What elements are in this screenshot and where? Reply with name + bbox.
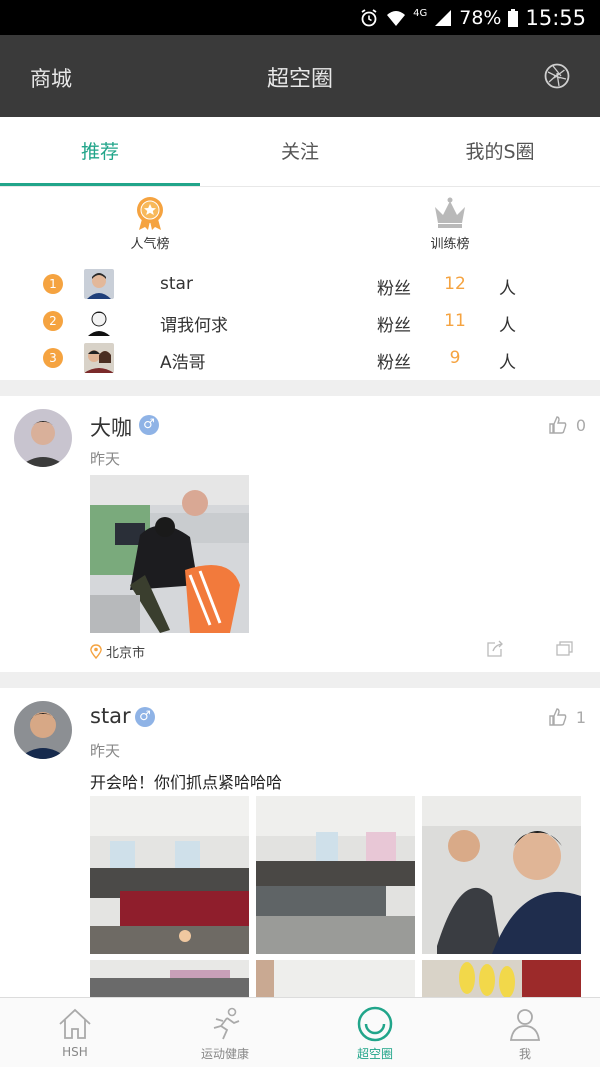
fans-label: 粉丝 — [377, 316, 411, 336]
section-divider — [0, 672, 600, 688]
rank-number: 2 — [43, 311, 63, 331]
post-photo[interactable] — [90, 960, 249, 997]
like-count: 0 — [575, 415, 586, 435]
post-time: 昨天 — [90, 742, 121, 760]
circle-icon — [357, 1006, 393, 1042]
thumbs-up-icon — [549, 708, 567, 726]
leaderboard-row[interactable]: 2 谓我何求 粉丝 11 人 — [0, 306, 600, 336]
rank-number: 3 — [43, 348, 63, 368]
alarm-icon — [361, 9, 377, 27]
bottom-navigation: HSH 运动健康 超空圈 我 — [0, 997, 600, 1067]
post-photo[interactable] — [256, 960, 415, 997]
fans-label: 粉丝 — [377, 279, 411, 299]
nav-label: 运动健康 — [200, 1047, 249, 1061]
avatar[interactable] — [14, 409, 72, 467]
status-bar: 4G 78% 15:55 — [0, 0, 600, 35]
post-photo[interactable] — [422, 796, 581, 954]
signal-icon — [435, 10, 452, 26]
share-icon[interactable] — [486, 640, 504, 658]
avatar — [84, 343, 114, 373]
feed-post[interactable]: star ♂ 1 昨天 开会哈！你们抓点紧哈哈哈 — [0, 688, 600, 997]
post-photo[interactable] — [422, 960, 581, 997]
fans-count: 11 — [444, 311, 466, 331]
popular-board-label: 人气榜 — [130, 237, 170, 252]
running-icon — [213, 1007, 240, 1040]
network-type: 4G — [413, 7, 428, 19]
active-tab-indicator — [0, 183, 200, 186]
training-board-label: 训练榜 — [430, 237, 470, 252]
tab-my-s-circle[interactable]: 我的S圈 — [400, 117, 600, 187]
like-count: 1 — [575, 707, 586, 727]
medal-icon — [137, 197, 163, 230]
battery-icon — [508, 9, 519, 27]
post-text: 开会哈！你们抓点紧哈哈哈 — [90, 773, 283, 792]
leader-name: star — [160, 274, 193, 294]
male-gender-icon: ♂ — [135, 707, 155, 727]
fans-count: 9 — [449, 348, 461, 368]
tab-follow[interactable]: 关注 — [200, 117, 400, 187]
avatar — [84, 306, 114, 336]
person-icon — [509, 1009, 541, 1041]
leaderboard-row[interactable]: 1 star 粉丝 12 人 — [0, 269, 600, 299]
wifi-icon — [387, 11, 406, 26]
post-location[interactable]: 北京市 — [90, 642, 145, 661]
page-title: 超空圈 — [266, 67, 333, 92]
fans-unit: 人 — [499, 353, 516, 373]
nav-label: 超空圈 — [356, 1047, 393, 1061]
location-pin-icon — [90, 644, 102, 659]
post-time: 昨天 — [90, 450, 121, 468]
training-board-button[interactable]: 训练榜 — [390, 195, 510, 252]
fans-unit: 人 — [499, 279, 516, 299]
app-bar: 商城 超空圈 — [0, 35, 600, 117]
home-icon — [59, 1008, 91, 1039]
tab-bar: 推荐 关注 我的S圈 — [0, 117, 600, 187]
fans-count: 12 — [444, 274, 466, 294]
popular-board-button[interactable]: 人气榜 — [90, 195, 210, 252]
author-name[interactable]: star — [90, 704, 131, 728]
leaderboard-section: 人气榜 训练榜 1 star 粉丝 12 人 2 谓我何求 粉丝 11 人 3 … — [0, 187, 600, 380]
like-button[interactable]: 1 — [548, 707, 586, 727]
author-name[interactable]: 大咖 — [90, 412, 132, 442]
fans-label: 粉丝 — [377, 353, 411, 373]
male-gender-icon: ♂ — [139, 415, 159, 435]
feed-post[interactable]: 大咖 ♂ 0 昨天 北京市 — [0, 396, 600, 672]
tab-recommend[interactable]: 推荐 — [0, 117, 200, 187]
nav-sports-health[interactable]: 运动健康 — [150, 998, 300, 1067]
post-photo[interactable] — [256, 796, 415, 954]
nav-super-circle[interactable]: 超空圈 — [300, 998, 450, 1067]
fans-unit: 人 — [499, 316, 516, 336]
avatar[interactable] — [14, 701, 72, 759]
thumbs-up-icon — [549, 416, 567, 434]
camera-shutter-icon[interactable] — [544, 63, 570, 89]
clock: 15:55 — [525, 6, 586, 30]
section-divider — [0, 380, 600, 396]
battery-percent: 78% — [459, 7, 502, 29]
nav-hsh[interactable]: HSH — [0, 998, 150, 1067]
post-photo[interactable] — [90, 475, 249, 633]
leader-name: 谓我何求 — [160, 316, 228, 336]
nav-label: HSH — [62, 1045, 88, 1059]
nav-me[interactable]: 我 — [450, 998, 600, 1067]
comment-icon[interactable] — [556, 640, 574, 658]
avatar — [84, 269, 114, 299]
rank-number: 1 — [43, 274, 63, 294]
like-button[interactable]: 0 — [548, 415, 586, 435]
crown-icon — [435, 197, 465, 228]
leaderboard-row[interactable]: 3 A浩哥 粉丝 9 人 — [0, 343, 600, 373]
location-name: 北京市 — [106, 646, 146, 661]
post-photo[interactable] — [90, 796, 249, 954]
leader-name: A浩哥 — [160, 353, 206, 373]
nav-label: 我 — [518, 1047, 531, 1061]
